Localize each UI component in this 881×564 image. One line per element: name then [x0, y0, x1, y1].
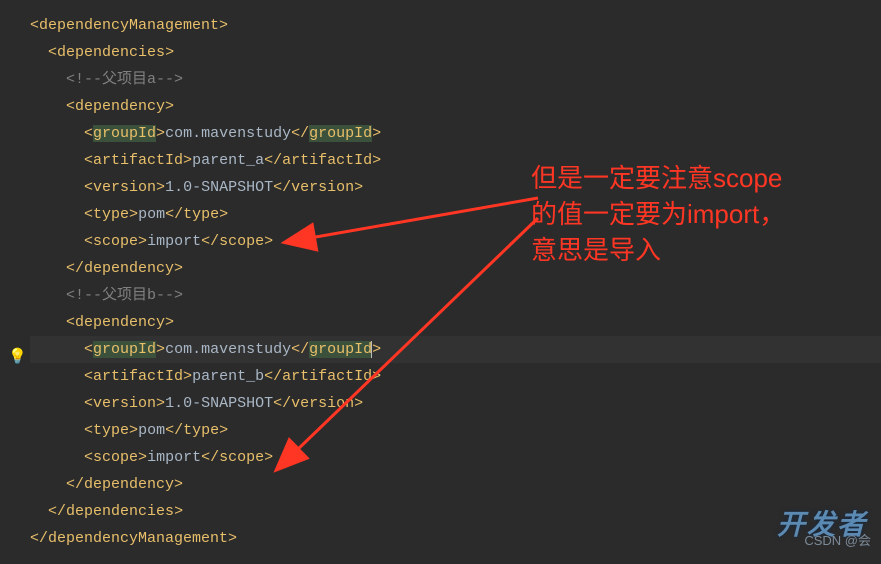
code-line: <dependencies> — [30, 39, 881, 66]
code-line: <!--父项目a--> — [30, 66, 881, 93]
code-line: <groupId>com.mavenstudy</groupId> — [30, 120, 881, 147]
code-line: <dependencyManagement> — [30, 12, 881, 39]
code-line: <artifactId>parent_b</artifactId> — [30, 363, 881, 390]
code-line: <!--父项目b--> — [30, 282, 881, 309]
annotation-text: 但是一定要注意scope 的值一定要为import， 意思是导入 — [531, 160, 861, 268]
credit-watermark: CSDN @会 — [804, 527, 871, 554]
code-line: </dependencyManagement> — [30, 525, 881, 552]
code-line: <version>1.0-SNAPSHOT</version> — [30, 390, 881, 417]
code-line: <dependency> — [30, 93, 881, 120]
intention-bulb-icon[interactable]: 💡 — [8, 344, 27, 371]
code-line: <dependency> — [30, 309, 881, 336]
code-editor[interactable]: <dependencyManagement> <dependencies> <!… — [0, 0, 881, 564]
code-line: <type>pom</type> — [30, 417, 881, 444]
code-line: </dependencies> — [30, 498, 881, 525]
code-line: <scope>import</scope> — [30, 444, 881, 471]
code-line-active: <groupId>com.mavenstudy</groupId> — [30, 336, 881, 363]
code-line: </dependency> — [30, 471, 881, 498]
